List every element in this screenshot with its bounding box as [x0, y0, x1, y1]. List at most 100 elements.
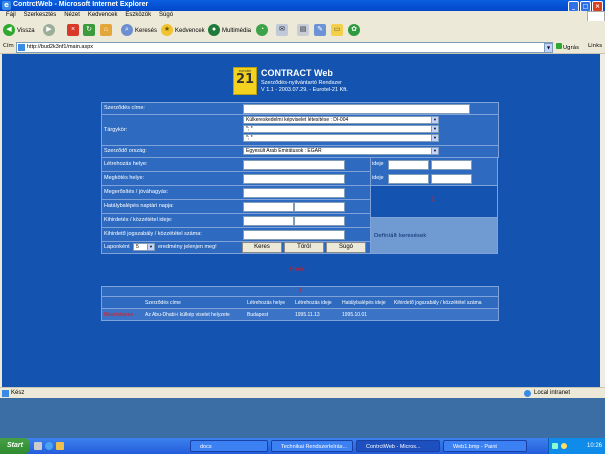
ratified-input[interactable]: [243, 188, 345, 198]
help-button[interactable]: Súgó: [326, 242, 366, 253]
refresh-icon: ↻: [83, 24, 95, 37]
print-button[interactable]: ▤: [297, 24, 311, 38]
task-docs[interactable]: docs: [190, 440, 268, 452]
task-contrctweb[interactable]: ContrctWeb - Micros...: [356, 440, 440, 452]
eurotel-logo: eurotel 21: [233, 67, 257, 95]
subject-select-2[interactable]: *; * ▼: [243, 125, 439, 133]
col-header-place[interactable]: Létrehozás helye: [247, 300, 285, 306]
task-technical-doc[interactable]: Technikai Rendszerleírás...: [271, 440, 353, 452]
quicklaunch-folder-icon[interactable]: [56, 442, 64, 450]
published-date-to-input[interactable]: [294, 216, 345, 226]
col-header-title[interactable]: Szerződés címe: [145, 300, 181, 306]
address-url: http://bud2k3nf1/main.aspx: [27, 44, 94, 50]
address-dropdown-icon[interactable]: ▼: [544, 43, 553, 53]
col-header-created[interactable]: Létrehozás ideje: [295, 300, 332, 306]
effective-date-to-input[interactable]: [294, 202, 345, 212]
ie-icon: e: [2, 1, 11, 10]
col-header-effective[interactable]: Hatálybalépés ideje: [342, 300, 386, 306]
desktop-background: [0, 398, 605, 438]
clock[interactable]: 10:26: [587, 438, 602, 454]
title-bar: e ContrctWeb - Microsoft Internet Explor…: [0, 0, 605, 12]
address-input[interactable]: http://bud2k3nf1/main.aspx: [16, 42, 553, 53]
clear-button[interactable]: Töröl: [284, 242, 324, 253]
go-button[interactable]: Ugrás: [556, 43, 579, 51]
contract-title-input[interactable]: [243, 104, 470, 114]
defined-searches-label: Definiált keresések: [374, 233, 427, 239]
subject-select-1[interactable]: Külkereskedelmi képviselet létesítése : …: [243, 116, 439, 124]
toolbar: ◀ Vissza ▶ × ↻ ⌂ ⌕ Keresés ★ Kedvencek ● Mul…: [0, 21, 605, 42]
quicklaunch-desktop-icon[interactable]: [34, 442, 42, 450]
start-button[interactable]: Start: [0, 438, 30, 454]
side-panel-top: 1: [370, 185, 498, 218]
search-button[interactable]: ⌕ Keresés: [121, 24, 157, 38]
signed-place-input[interactable]: [243, 174, 345, 184]
dropdown-arrow-icon: ▼: [431, 117, 438, 123]
menu-file[interactable]: Fájl: [6, 12, 16, 18]
signed-time-to-input[interactable]: [431, 174, 472, 184]
forward-button[interactable]: ▶: [43, 24, 57, 38]
country-label: Szerződő ország:: [104, 148, 147, 154]
multimedia-button[interactable]: ● Multimédia: [208, 24, 251, 38]
network-icon[interactable]: [552, 443, 558, 449]
links-button[interactable]: Links: [588, 43, 602, 49]
per-page-select[interactable]: 5 ▼: [133, 243, 155, 251]
dropdown-arrow-icon: ▼: [431, 148, 438, 154]
menu-view[interactable]: Nézet: [64, 12, 80, 18]
cell-created: 1995.11.13: [295, 312, 320, 318]
task-paint[interactable]: Web1.bmp - Paint: [443, 440, 527, 452]
address-label: Cím: [3, 43, 14, 49]
cell-title: Az Abu-Dhabi-i külkép viselet helyzete: [145, 312, 230, 318]
published-law-input[interactable]: [243, 230, 345, 240]
created-time-from-input[interactable]: [388, 160, 429, 170]
search-submit-button[interactable]: Keres: [242, 242, 282, 253]
back-button[interactable]: ◀ Vissza: [3, 24, 35, 38]
side-count[interactable]: 1: [431, 196, 435, 203]
discuss-button[interactable]: ▭: [331, 24, 345, 38]
history-button[interactable]: ◔: [256, 24, 270, 38]
effective-date-label: Hatálybalépés naptári napja:: [104, 203, 174, 209]
app-version: V 1.1 - 2003.07.29. - Eurotel-21 Kft.: [261, 87, 348, 93]
subject-select-3[interactable]: *; * ▼: [243, 134, 439, 142]
page-status-icon: [2, 390, 9, 397]
cell-effective: 1995.10.01: [342, 312, 368, 318]
published-law-label: Kihirdető jogszabály / közzététel száma:: [104, 231, 202, 237]
favorites-button[interactable]: ★ Kedvencek: [161, 24, 205, 38]
intranet-icon: [524, 390, 531, 397]
mail-icon: ✉: [276, 24, 288, 37]
volume-icon[interactable]: [561, 443, 567, 449]
cell-place: Budapest: [247, 312, 269, 318]
effective-date-row: Hatálybalépés naptári napja:: [101, 199, 371, 214]
page-content: eurotel 21 CONTRACT Web Szerződés-nyilvá…: [2, 54, 600, 387]
created-place-label: Létrehozás helye:: [104, 161, 148, 167]
quicklaunch-ie-icon[interactable]: [45, 442, 53, 450]
menu-tools[interactable]: Eszközök: [125, 12, 151, 18]
country-select[interactable]: Egyesült Arab Emirátusok : EGAR ▼: [243, 147, 439, 155]
edit-button[interactable]: ✎: [314, 24, 328, 38]
search-icon: ⌕: [121, 24, 133, 37]
published-date-from-input[interactable]: [243, 216, 294, 226]
vertical-scrollbar[interactable]: [600, 54, 605, 387]
address-bar: Cím http://bud2k3nf1/main.aspx ▼ Ugrás L…: [0, 41, 605, 54]
refresh-button[interactable]: ↻: [83, 24, 97, 38]
pagination: 1: [102, 287, 498, 296]
menu-help[interactable]: Súgó: [159, 12, 173, 18]
menu-favorites[interactable]: Kedvencek: [88, 12, 118, 18]
signed-place-row: Megkötés helye:: [101, 171, 371, 186]
stop-button[interactable]: ×: [67, 24, 81, 38]
published-law-row: Kihirdető jogszabály / közzététel száma:: [101, 227, 371, 242]
created-place-row: Létrehozás helye:: [101, 157, 371, 172]
signed-time-from-input[interactable]: [388, 174, 429, 184]
details-link[interactable]: Részletezés: [104, 312, 133, 318]
menu-edit[interactable]: Szerkesztés: [24, 12, 57, 18]
home-button[interactable]: ⌂: [100, 24, 114, 38]
mail-button[interactable]: ✉: [276, 24, 290, 38]
created-time-to-input[interactable]: [431, 160, 472, 170]
per-page-row: Laponként 5 ▼ eredmény jelenjen meg! Kere…: [101, 241, 371, 254]
effective-date-from-input[interactable]: [243, 202, 294, 212]
page-link[interactable]: 1: [298, 287, 302, 294]
messenger-button[interactable]: ✿: [348, 24, 362, 38]
defined-searches-panel: Definiált keresések: [370, 217, 498, 254]
created-place-input[interactable]: [243, 160, 345, 170]
contract-title-label: Szerződés címe:: [104, 105, 145, 111]
col-header-law[interactable]: Kihirdető jogszabály / közzététel száma: [394, 300, 482, 306]
